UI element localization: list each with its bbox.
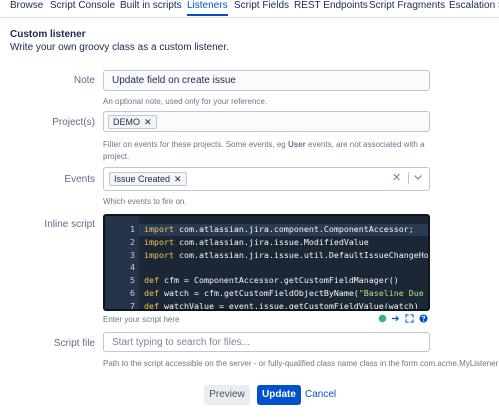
- code-keyword: import: [144, 224, 174, 234]
- line-number: 6: [130, 288, 135, 298]
- code-line: 3 import com.atlassian.jira.issue.util.De…: [105, 249, 429, 261]
- script-file-help: Path to the script accessible on the ser…: [103, 359, 499, 368]
- tab-script-console[interactable]: Script Console: [50, 0, 115, 17]
- code-editor[interactable]: 1 import com.atlassian.jira.component.Com…: [103, 214, 430, 311]
- code-line: 1 import com.atlassian.jira.component.Com…: [105, 223, 428, 235]
- remove-event-tag-icon[interactable]: ✕: [174, 174, 182, 184]
- code-keyword: import: [144, 236, 174, 247]
- code-keyword: def: [144, 288, 159, 298]
- code-token: com.atlassian.jira.issue.util.DefaultIss…: [173, 249, 429, 260]
- code-keyword: def: [144, 275, 159, 286]
- line-number: 1: [130, 224, 135, 234]
- tab-script-fields[interactable]: Script Fields: [234, 0, 289, 17]
- line-number: 2: [130, 236, 135, 247]
- cancel-link[interactable]: Cancel: [305, 385, 339, 405]
- fullscreen-icon[interactable]: [405, 314, 414, 323]
- tab-escalation[interactable]: Escalation S: [449, 0, 499, 17]
- events-select[interactable]: Issue Created ✕ ✕: [103, 167, 430, 191]
- status-ok-icon: [378, 314, 387, 323]
- update-button[interactable]: Update: [257, 385, 301, 405]
- code-text: def cfm = ComponentAccessor.getCustomFie…: [144, 274, 399, 286]
- code-text: import com.atlassian.jira.issue.util.Def…: [144, 249, 429, 261]
- events-label: Events: [64, 174, 95, 185]
- admin-tabs: Browse Script Console Built in scripts L…: [0, 0, 499, 18]
- code-token: com.atlassian.jira.issue.ModifiedValue: [173, 236, 369, 247]
- projects-label: Project(s): [52, 117, 95, 128]
- tab-script-fragments[interactable]: Script Fragments: [369, 0, 445, 17]
- line-number: 4: [130, 262, 135, 273]
- line-number: 5: [130, 275, 135, 286]
- code-token: watch = cfm.getCustomFieldObjectByName(: [159, 288, 359, 298]
- code-line: 5 def cfm = ComponentAccessor.getCustomFi…: [105, 274, 428, 286]
- code-token: watchValue = event.issue.getCustomFieldV…: [159, 300, 419, 311]
- code-line: 7 def watchValue = event.issue.getCustomF…: [105, 300, 428, 311]
- code-text: import com.atlassian.jira.component.Comp…: [144, 223, 414, 235]
- projects-help: Filter on events for these projects. Som…: [103, 139, 433, 163]
- script-file-label: Script file: [53, 338, 95, 349]
- script-file-placeholder: Start typing to search for files...: [112, 337, 250, 348]
- note-help: An optional note, used only for your ref…: [103, 97, 268, 106]
- note-input[interactable]: Update field on create issue: [103, 70, 430, 91]
- tab-rest-endpoints[interactable]: REST Endpoints: [294, 0, 368, 17]
- projects-help-prefix: Filter on events for these projects. Som…: [103, 140, 288, 149]
- project-tag-label: DEMO: [113, 117, 140, 127]
- code-text: def watchValue = event.issue.getCustomFi…: [144, 300, 419, 311]
- inline-script-label: Inline script: [44, 219, 95, 230]
- code-token: cfm = ComponentAccessor.getCustomFieldMa…: [159, 275, 399, 286]
- tab-listeners[interactable]: Listeners: [187, 0, 228, 17]
- code-keyword: import: [144, 249, 174, 260]
- note-label: Note: [73, 75, 95, 86]
- code-text: def watch = cfm.getCustomFieldObjectByNa…: [144, 287, 424, 299]
- code-token: com.atlassian.jira.component.ComponentAc…: [173, 224, 414, 234]
- chevron-down-icon[interactable]: [413, 172, 423, 182]
- help-icon[interactable]: [419, 314, 428, 323]
- arrow-right-icon[interactable]: [391, 314, 400, 323]
- projects-help-bold: User: [287, 140, 306, 149]
- event-tag-label: Issue Created: [114, 174, 171, 184]
- events-help: Which events to fire on.: [103, 197, 187, 206]
- projects-select[interactable]: DEMO ✕: [103, 111, 430, 132]
- line-number: 7: [130, 300, 135, 311]
- script-file-input[interactable]: Start typing to search for files...: [103, 332, 430, 352]
- section-description: Write your own groovy class as a custom …: [10, 42, 229, 53]
- events-separator: [408, 172, 409, 184]
- code-line: 2 import com.atlassian.jira.issue.Modifie…: [105, 236, 428, 248]
- preview-button[interactable]: Preview: [204, 385, 250, 405]
- remove-project-tag-icon[interactable]: ✕: [144, 117, 152, 127]
- note-input-value: Update field on create issue: [112, 75, 236, 86]
- tab-built-in-scripts[interactable]: Built in scripts: [120, 0, 182, 17]
- tab-browse[interactable]: Browse: [10, 0, 43, 17]
- code-string: "Baseline Due: [358, 288, 424, 298]
- code-line: 4: [105, 261, 428, 273]
- line-number: 3: [130, 249, 135, 260]
- project-tag: DEMO ✕: [108, 115, 157, 129]
- code-text: import com.atlassian.jira.issue.Modified…: [144, 236, 369, 248]
- clear-events-icon[interactable]: ✕: [392, 171, 401, 184]
- section-title: Custom listener: [10, 29, 86, 40]
- code-line: 6 def watch = cfm.getCustomFieldObjectByN…: [105, 287, 428, 299]
- editor-toolbar: [378, 314, 430, 324]
- event-tag: Issue Created ✕: [109, 172, 187, 186]
- code-keyword: def: [144, 300, 159, 311]
- events-controls: ✕: [389, 168, 429, 190]
